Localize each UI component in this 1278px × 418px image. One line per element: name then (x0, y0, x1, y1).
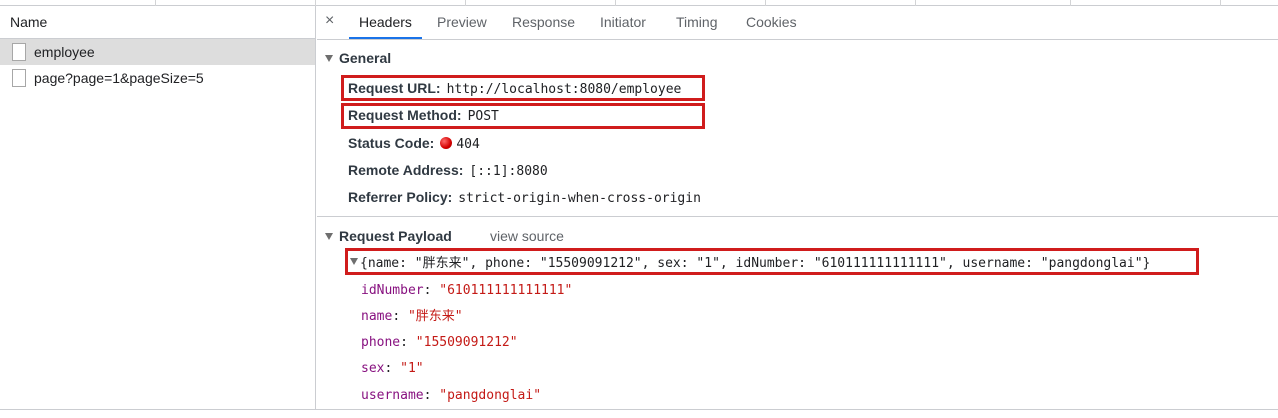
referrer-policy-row: Referrer Policy: strict-origin-when-cross… (348, 187, 701, 207)
view-source-link[interactable]: view source (490, 228, 564, 244)
panel-bottom-border (0, 409, 1278, 410)
payload-section-title: Request Payload (339, 228, 452, 244)
tab-cookies[interactable]: Cookies (746, 6, 797, 39)
property-value: "pangdonglai" (439, 388, 542, 403)
document-icon (12, 43, 26, 61)
annotation-box-payload (345, 248, 1199, 275)
expand-triangle-icon (325, 55, 333, 62)
expand-triangle-icon (325, 233, 333, 240)
header-key: Status Code: (348, 135, 435, 151)
header-value: strict-origin-when-cross-origin (458, 191, 701, 206)
general-section-toggle[interactable]: General (325, 50, 391, 66)
header-value: [::1]:8080 (469, 164, 548, 179)
request-row-page[interactable]: page?page=1&pageSize=5 (0, 65, 315, 91)
payload-section-toggle[interactable]: Request Payload (325, 228, 452, 244)
status-error-dot-icon (440, 137, 453, 149)
tab-headers[interactable]: Headers (349, 6, 422, 39)
details-tabbar: × Headers Preview Response Initiator Tim… (317, 6, 1278, 40)
property-key: sex (361, 361, 385, 376)
general-section-title: General (339, 50, 392, 66)
request-row-employee[interactable]: employee (0, 39, 315, 65)
header-key: Remote Address: (348, 162, 464, 178)
payload-property-row: idNumber: "610111111111111" (361, 283, 573, 298)
tab-initiator[interactable]: Initiator (600, 6, 646, 39)
remote-address-row: Remote Address: [::1]:8080 (348, 160, 548, 180)
status-code-row: Status Code: 404 (348, 133, 480, 153)
header-value: 404 (456, 137, 480, 152)
payload-property-row: phone: "15509091212" (361, 335, 518, 350)
request-name: page?page=1&pageSize=5 (34, 70, 204, 86)
document-icon (12, 69, 26, 87)
request-name: employee (34, 44, 95, 60)
property-value: "15509091212" (415, 335, 518, 350)
annotation-box-request-url (341, 75, 705, 101)
tab-response[interactable]: Response (512, 6, 575, 39)
section-divider (317, 216, 1278, 217)
payload-property-row: name: "胖东来" (361, 309, 463, 324)
payload-property-row: username: "pangdonglai" (361, 388, 542, 403)
property-key: idNumber (361, 283, 424, 298)
property-key: phone (361, 335, 401, 350)
close-icon[interactable]: × (325, 11, 334, 31)
tab-preview[interactable]: Preview (437, 6, 487, 39)
request-details-panel: × Headers Preview Response Initiator Tim… (317, 6, 1278, 410)
property-key: username (361, 388, 424, 403)
name-column-header[interactable]: Name (0, 6, 315, 39)
property-key: name (361, 309, 393, 324)
property-value: "胖东来" (407, 309, 463, 324)
payload-property-row: sex: "1" (361, 361, 424, 376)
property-value: "610111111111111" (439, 283, 573, 298)
header-key: Referrer Policy: (348, 189, 453, 205)
annotation-box-request-method (341, 103, 705, 129)
property-value: "1" (400, 361, 424, 376)
tab-timing[interactable]: Timing (676, 6, 718, 39)
request-list-panel: Name employee page?page=1&pageSize=5 (0, 6, 316, 410)
